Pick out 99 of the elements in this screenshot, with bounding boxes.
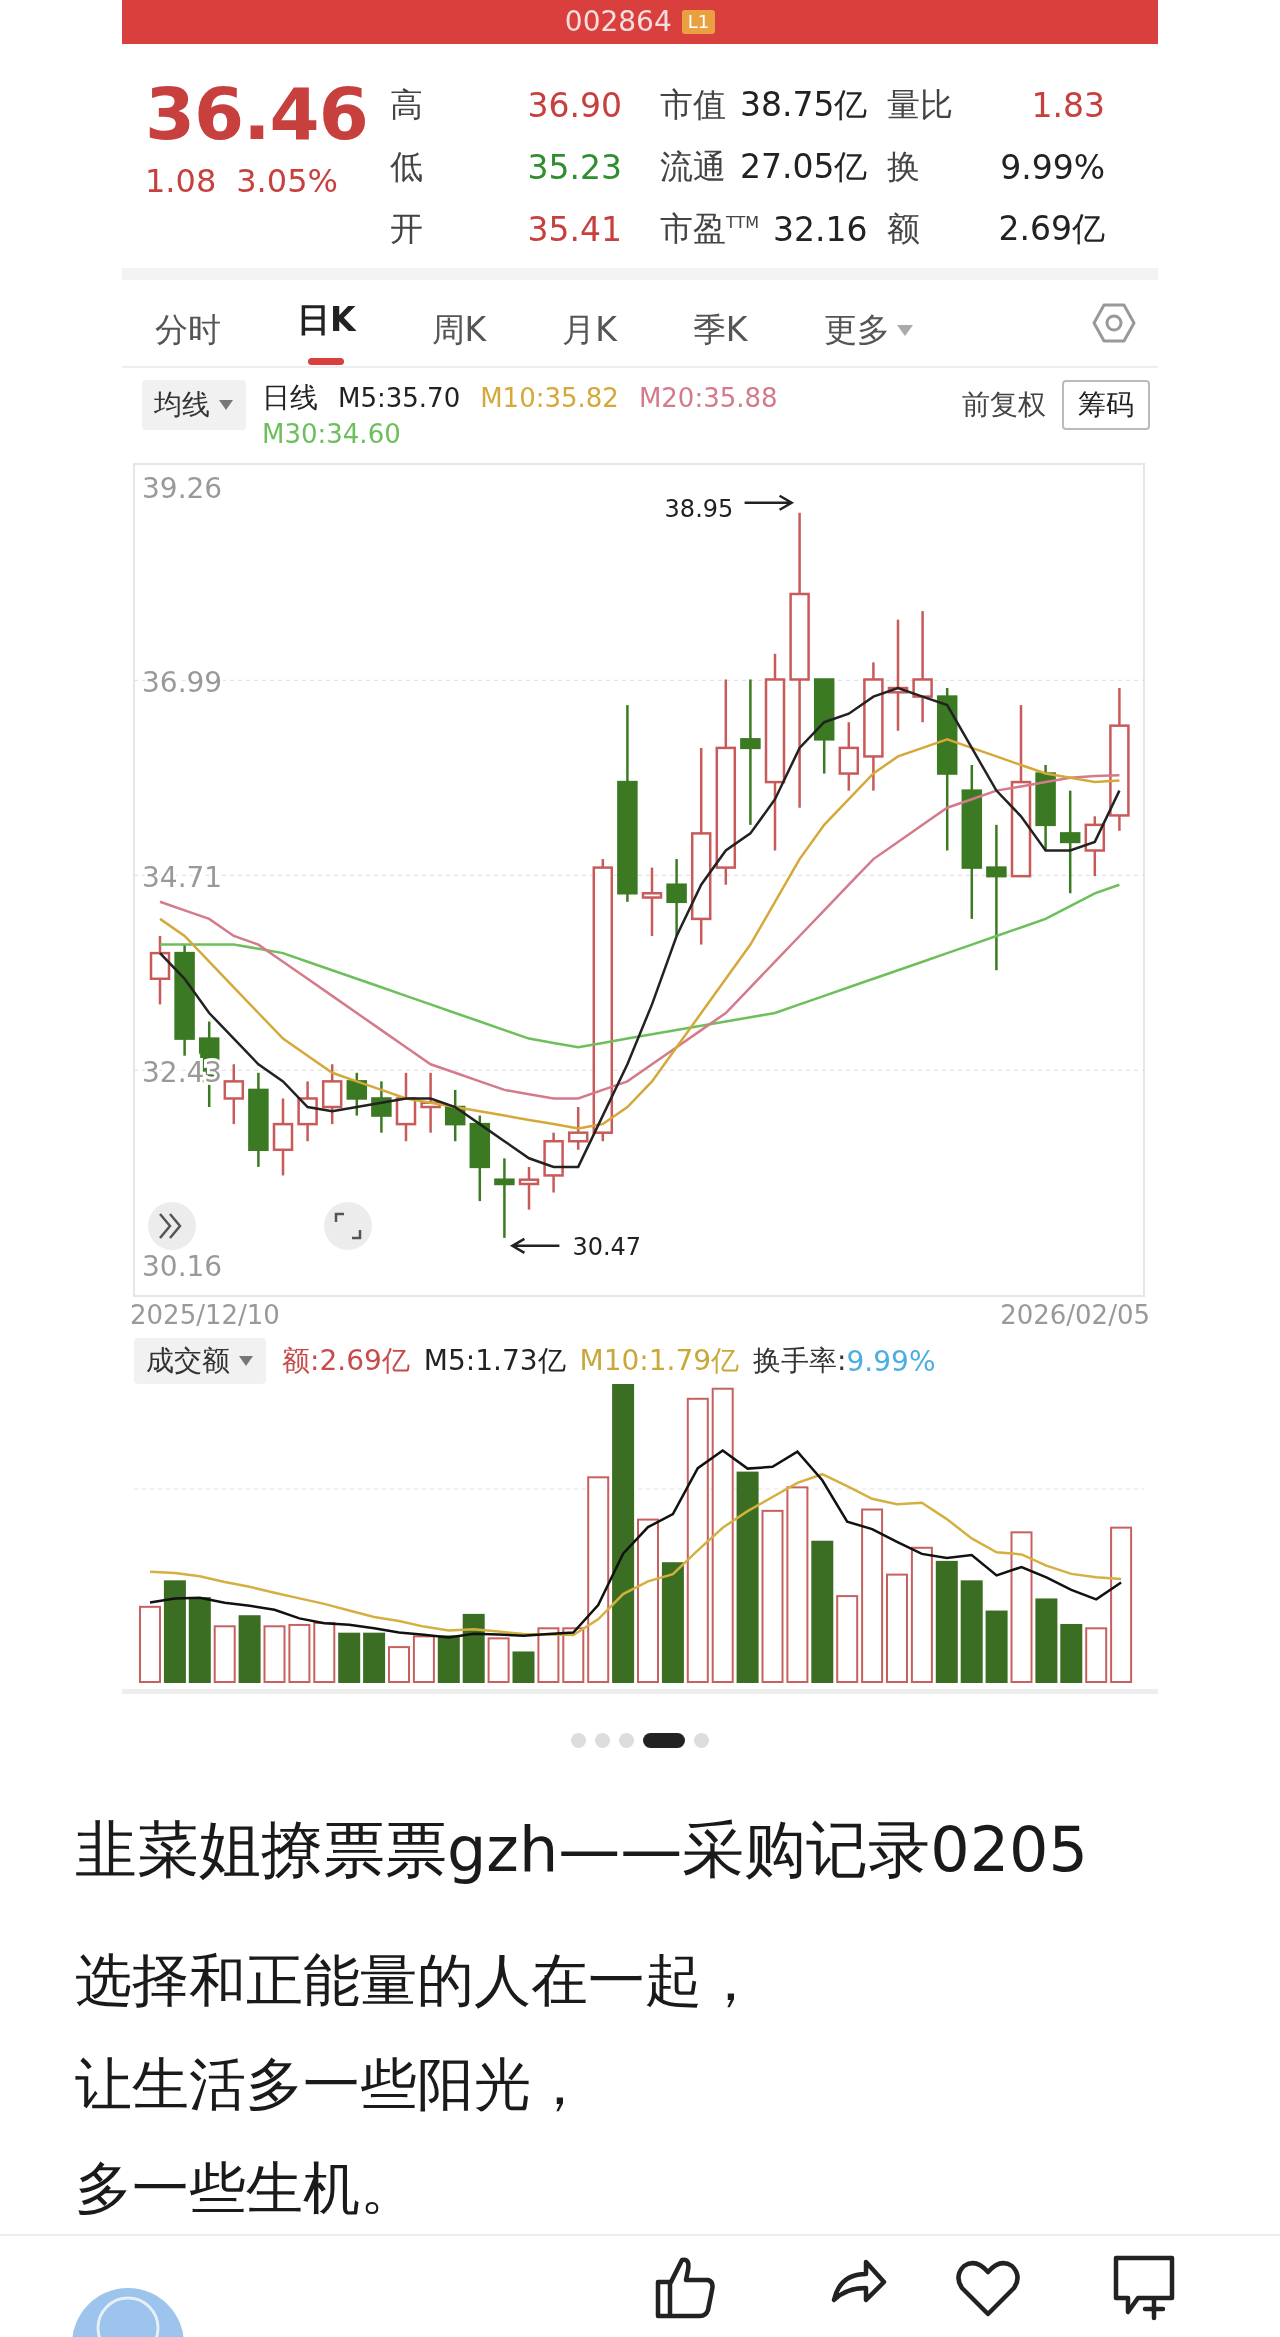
low-price-label: 30.47 — [572, 1232, 642, 1261]
volume-stat: M5:1.73亿 — [423, 1343, 566, 1379]
stat-label: 市值 — [660, 83, 726, 126]
stat-value: 32.16 — [773, 209, 868, 249]
volume-bar — [263, 1625, 286, 1683]
stat-value: 1.83 — [1031, 85, 1105, 125]
volume-stat: 换手率: — [753, 1343, 847, 1379]
page-dot[interactable] — [595, 1732, 610, 1748]
period-tab[interactable]: 季K — [692, 290, 748, 356]
high-price-label: 38.95 — [664, 494, 734, 523]
volume-bar — [313, 1621, 336, 1683]
stat-label: 低 — [390, 145, 423, 188]
price-axis-label: 34.71 — [142, 861, 223, 895]
price-axis-label: 39.26 — [142, 472, 223, 506]
stat-label: 高 — [390, 83, 423, 126]
stat-label: 换 — [887, 145, 920, 188]
expand-icon[interactable] — [148, 1202, 196, 1250]
caret-icon — [218, 399, 234, 411]
stat-value: 2.69亿 — [998, 207, 1105, 250]
adjustment-label: 前复权 — [962, 387, 1046, 423]
post-text: 多一些生机。 — [75, 2154, 418, 2223]
volume-stat: 9.99% — [846, 1344, 936, 1378]
stat-value: 35.23 — [527, 147, 622, 187]
stat-value: 38.75亿 — [740, 83, 868, 126]
volume-bar — [412, 1635, 435, 1683]
candlestick — [641, 867, 663, 936]
caret-icon — [238, 1355, 254, 1367]
period-tab[interactable]: 日K — [297, 280, 356, 366]
stat-label: 量比 — [887, 83, 953, 126]
price-axis-label: 30.16 — [142, 1250, 223, 1284]
stat-value: 36.90 — [527, 85, 622, 125]
volume-bar — [537, 1627, 560, 1683]
moving-average-value: M20:35.88 — [638, 382, 778, 415]
stat-value: 35.41 — [527, 209, 622, 249]
candlestick — [518, 1166, 540, 1210]
indicator-dropdown[interactable]: 均线 — [142, 380, 246, 430]
caret-icon — [895, 323, 914, 337]
candlestick — [297, 1081, 318, 1142]
price-change: 1.08 — [145, 162, 217, 200]
candlestick — [321, 1064, 343, 1125]
candlestick — [838, 722, 860, 791]
volume-bar — [338, 1632, 361, 1683]
candlestick — [371, 1081, 392, 1133]
more-menu[interactable]: 更多 — [823, 290, 914, 356]
stat-value: 27.05亿 — [740, 145, 868, 188]
candlestick — [543, 1132, 564, 1193]
volume-bar — [238, 1615, 261, 1683]
volume-bar — [562, 1627, 585, 1683]
stat-value: 9.99% — [1000, 147, 1105, 187]
moving-average-value: M10:35.82 — [480, 382, 619, 415]
period-tab[interactable]: 月K — [562, 290, 617, 356]
volume-bar — [1085, 1627, 1108, 1683]
candlestick — [444, 1089, 466, 1142]
period-tab[interactable]: 分时 — [155, 290, 221, 356]
candlestick — [346, 1072, 368, 1116]
volume-bar — [213, 1625, 236, 1683]
settings-icon[interactable] — [1092, 301, 1136, 345]
volume-bar — [363, 1632, 386, 1683]
percent-change: 3.05% — [236, 162, 338, 200]
indicator-dropdown[interactable]: 成交额 — [134, 1338, 266, 1384]
volume-bar — [1060, 1623, 1083, 1683]
stock-code: 002864 — [564, 7, 672, 37]
volume-bar — [512, 1651, 535, 1683]
post-title: 韭菜姐撩票票gzh——采购记录0205 — [75, 1812, 1089, 1888]
level-badge: L1 — [681, 10, 716, 34]
page-dot[interactable] — [619, 1732, 634, 1748]
current-price: 36.46 — [145, 74, 369, 154]
period-label: 日线 — [262, 380, 318, 416]
volume-bar — [288, 1623, 311, 1683]
volume-bar — [487, 1637, 510, 1683]
candlestick — [395, 1072, 417, 1142]
moving-average-value: M5:35.70 — [338, 382, 461, 415]
candlestick — [149, 936, 171, 1005]
stat-label: 额 — [887, 207, 920, 250]
candlestick — [567, 1107, 589, 1150]
chips-button[interactable]: 筹码 — [1062, 380, 1150, 430]
end-date: 2026/02/05 — [1000, 1299, 1150, 1332]
volume-stat: 额:2.69亿 — [282, 1343, 410, 1379]
period-tab[interactable]: 周K — [431, 290, 487, 356]
price-axis-label: 36.99 — [142, 666, 223, 700]
fullscreen-icon[interactable] — [324, 1202, 372, 1250]
post-text: 让生活多一些阳光， — [75, 2050, 589, 2119]
page-dot[interactable] — [694, 1732, 709, 1748]
post-text: 选择和正能量的人在一起， — [75, 1946, 760, 2015]
page-dot[interactable] — [571, 1732, 586, 1748]
arrow-icon — [743, 494, 795, 511]
volume-stat: M10:1.79亿 — [579, 1343, 740, 1379]
candlestick — [420, 1072, 441, 1133]
candlestick — [223, 1064, 245, 1125]
volume-bar — [462, 1613, 485, 1683]
arrow-icon — [509, 1237, 561, 1255]
moving-average-value: M30:34.60 — [262, 418, 401, 451]
start-date: 2025/12/10 — [130, 1299, 280, 1332]
stat-label: 流通 — [660, 145, 726, 188]
stat-label: 开 — [390, 207, 423, 250]
candlestick — [1084, 816, 1106, 877]
volume-bar — [388, 1646, 410, 1683]
volume-bar — [437, 1635, 460, 1683]
stat-label: 市盈$^{TTM}$ — [660, 207, 760, 250]
